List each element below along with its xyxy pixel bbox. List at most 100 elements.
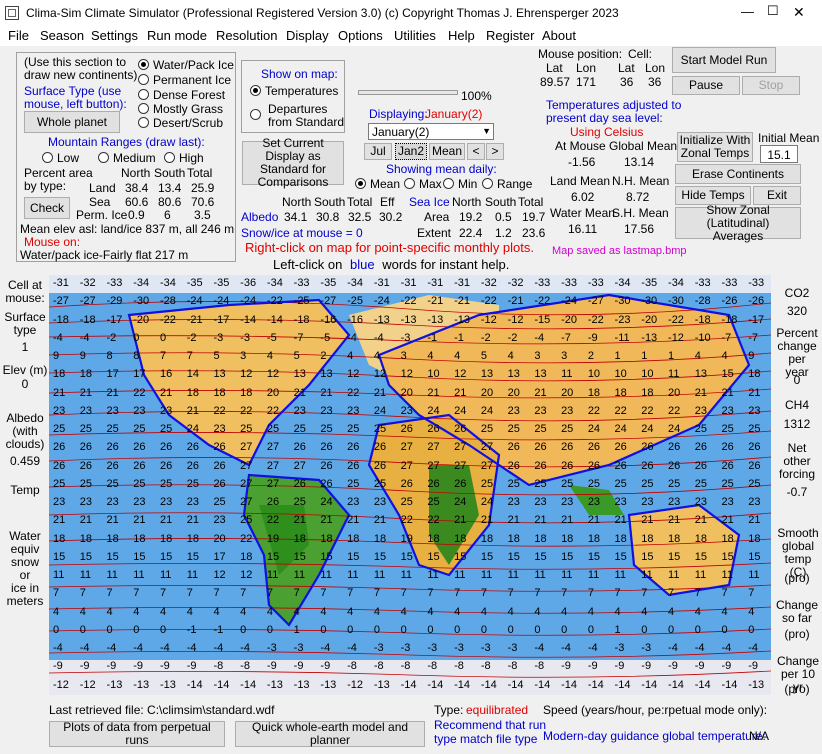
map-cell-value: -9 [159, 660, 170, 673]
sea-ice-label[interactable]: Sea Ice [409, 195, 450, 209]
menu-resolution[interactable]: Resolution [216, 28, 277, 43]
initial-mean-input[interactable]: 15.1 [760, 145, 798, 163]
show-on-map-label[interactable]: Show on map: [261, 67, 338, 81]
snow-at-mouse[interactable]: Snow/ice at mouse = 0 [241, 226, 363, 240]
map-cell-value: -7 [748, 331, 759, 344]
start-model-run-button[interactable]: Start Model Run [672, 47, 776, 73]
daily-range-radio[interactable]: Range [482, 177, 532, 191]
map-cell-value: -34 [133, 277, 150, 289]
menu-display[interactable]: Display [286, 28, 329, 43]
menu-run-mode[interactable]: Run mode [147, 28, 207, 43]
mean-button[interactable]: Mean [429, 143, 465, 160]
map-cell-value: -13 [400, 313, 417, 326]
map-cell-value: 7 [347, 587, 354, 600]
show-temperatures-radio[interactable]: Temperatures [250, 84, 338, 98]
recommend-note-2[interactable]: type match file type [434, 732, 537, 746]
map-cell-value: 26 [748, 441, 761, 454]
map-cell-value: -31 [373, 277, 390, 289]
next-month-button[interactable]: > [486, 143, 504, 160]
climate-map[interactable]: -31 -32 -33 -34 -34 -35 -35 -36 -34 -33 -35 -34 -31-… [49, 275, 771, 695]
month-select[interactable]: January(2) ▼ [368, 123, 494, 140]
jan2-button[interactable]: Jan2 [395, 143, 427, 160]
displaying-label[interactable]: Displaying: [369, 107, 428, 121]
map-cell-value: 25 [347, 423, 360, 436]
pause-button[interactable]: Pause [672, 76, 740, 95]
map-cell-value: 8 [106, 350, 113, 363]
plots-perpetual-button[interactable]: Plots of data from perpetual runs [49, 721, 225, 747]
stop-button[interactable]: Stop [742, 76, 800, 95]
map-cell-value: -4 [79, 642, 90, 655]
chevron-down-icon[interactable]: ▼ [482, 126, 491, 136]
albedo-label[interactable]: Albedo [241, 210, 278, 224]
map-cell-value: 27 [266, 477, 280, 490]
menu-season[interactable]: Season [40, 28, 84, 43]
mean-elevation: Mean elev asl: land/ice 837 m, all 246 m [20, 222, 235, 236]
surface-type-label-2[interactable]: mouse, left button): [24, 97, 127, 111]
map-cell-value: 12 [400, 368, 413, 381]
surface-radio-water[interactable]: Water/Pack Ice [138, 58, 234, 72]
mean-daily-label[interactable]: Showing mean daily: [386, 162, 497, 176]
map-cell-value: 7 [79, 587, 86, 600]
set-as-standard-button[interactable]: Set Current Display as Standard for Comp… [242, 137, 344, 189]
show-zonal-averages-button[interactable]: Show Zonal (Latitudinal) Averages [675, 203, 801, 242]
map-cell-value: 7 [240, 587, 247, 600]
daily-mean-radio[interactable]: Mean [355, 177, 400, 191]
recommend-note-1[interactable]: Recommend that run [434, 718, 546, 732]
daily-max-radio[interactable]: Max [404, 177, 442, 191]
close-button[interactable]: ✕ [793, 4, 805, 21]
jul-button[interactable]: Jul [364, 143, 392, 160]
map-cell-value: 7 [186, 350, 193, 363]
menu-help[interactable]: Help [448, 28, 475, 43]
surface-radio-desert[interactable]: Desert/Scrub [138, 116, 223, 130]
map-cell-value: 27 [266, 459, 280, 472]
menu-file[interactable]: File [8, 28, 29, 43]
map-cell-value: 18 [748, 532, 761, 545]
show-departures-radio[interactable] [250, 108, 265, 122]
minimize-button[interactable]: — [741, 4, 754, 19]
modern-guidance-label[interactable]: Modern-day guidance global temperature: [543, 729, 766, 743]
mountain-radio-medium[interactable]: Medium [98, 151, 156, 165]
menu-about[interactable]: About [542, 28, 576, 43]
map-cell-value: 7 [293, 587, 300, 600]
map-cell-value: -20 [561, 313, 577, 326]
map-cell-value: 13 [293, 368, 306, 381]
menu-utilities[interactable]: Utilities [394, 28, 436, 43]
mountain-radio-low[interactable]: Low [42, 151, 79, 165]
surface-type-label-1[interactable]: Surface Type (use [24, 84, 121, 98]
map-cell-value: -33 [561, 277, 577, 289]
temps-note-1[interactable]: Temperatures adjusted to [546, 98, 681, 112]
mountain-ranges-label[interactable]: Mountain Ranges (draw last): [48, 135, 205, 149]
menu-options[interactable]: Options [338, 28, 383, 43]
map-cell-value: 15 [347, 550, 360, 563]
surface-radio-grass[interactable]: Mostly Grass [138, 102, 223, 116]
map-cell-value: 7 [373, 587, 380, 600]
map-cell-value: 18 [186, 386, 199, 399]
map-cell-value: 4 [427, 605, 434, 618]
map-cell-value: -17 [213, 313, 230, 326]
map-cell-value: 18 [534, 532, 547, 545]
erase-continents-button[interactable]: Erase Continents [675, 164, 801, 184]
map-cell-value: 23 [641, 496, 654, 509]
map-cell-value: -23 [614, 313, 631, 326]
surface-radio-forest[interactable]: Dense Forest [138, 88, 225, 102]
map-cell-value: 27 [427, 441, 440, 454]
surface-radio-perm-ice[interactable]: Permanent Ice [138, 73, 231, 87]
map-cell-value: 18 [213, 386, 226, 399]
maximize-button[interactable]: ☐ [767, 3, 779, 19]
map-cell-value: -5 [266, 331, 277, 344]
map-cell-value: 26 [641, 441, 654, 454]
map-cell-value: -2 [186, 331, 197, 344]
menu-register[interactable]: Register [486, 28, 534, 43]
quick-whole-earth-button[interactable]: Quick whole-earth model and planner [235, 721, 425, 747]
check-button[interactable]: Check [24, 197, 70, 219]
map-cell-value: 21 [373, 514, 387, 527]
temps-note-2[interactable]: present day sea level: [546, 111, 663, 125]
map-cell-value: -31 [53, 277, 69, 289]
initialize-zonal-button[interactable]: Initialize With Zonal Temps [677, 132, 753, 162]
map-cell-value: 4 [186, 605, 193, 618]
mountain-radio-high[interactable]: High [164, 151, 204, 165]
whole-planet-button[interactable]: Whole planet [24, 111, 120, 133]
daily-min-radio[interactable]: Min [443, 177, 477, 191]
menu-settings[interactable]: Settings [91, 28, 138, 43]
prev-month-button[interactable]: < [467, 143, 485, 160]
